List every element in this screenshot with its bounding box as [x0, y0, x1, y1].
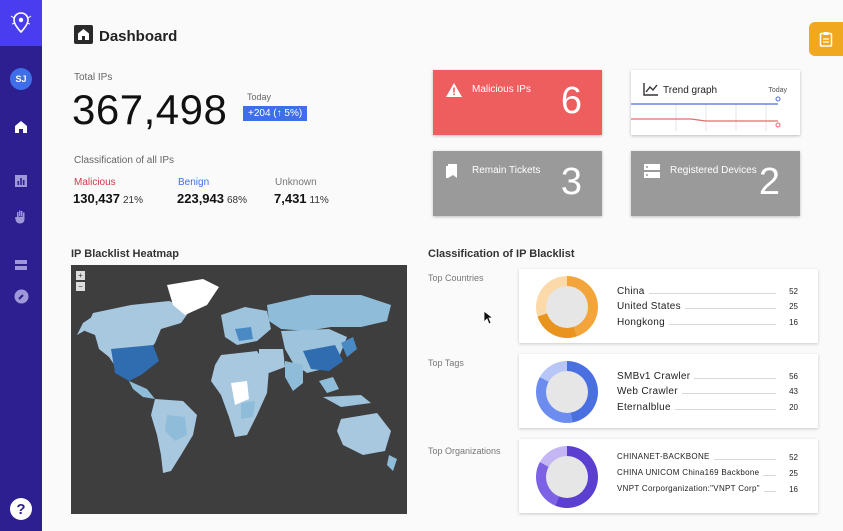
page-title: Dashboard [99, 28, 178, 45]
home-nav-icon[interactable] [13, 119, 29, 135]
top-organizations-label: Top Organizations [428, 446, 501, 456]
today-label: Today [247, 92, 272, 102]
list-item: CHINANET-BACKBONE 52 [617, 452, 798, 462]
benign-label: Benign [178, 177, 210, 188]
remain-tickets-card[interactable]: Remain Tickets 3 [433, 151, 602, 216]
unknown-label: Unknown [275, 177, 317, 188]
classification-title: Classification of all IPs [74, 155, 175, 166]
list-item: Eternalblue 20 [617, 402, 798, 413]
top-organizations-card[interactable]: CHINANET-BACKBONE 52 CHINA UNICOM China16… [519, 439, 818, 513]
total-ips-value: 367,498 [72, 86, 228, 133]
blacklist-title: Classification of IP Blacklist [428, 248, 575, 260]
mouse-cursor-icon [483, 310, 495, 330]
benign-value: 223,943 68% [177, 191, 248, 206]
warning-icon [445, 82, 463, 103]
sidebar: SJ ? [0, 0, 42, 531]
malicious-ips-label: Malicious IPs [472, 84, 531, 95]
list-item: VNPT Corporganization:"VNPT Corp" 16 [617, 484, 798, 494]
hand-nav-icon[interactable] [13, 208, 29, 224]
registered-devices-card[interactable]: Registered Devices 2 [631, 151, 800, 216]
help-icon[interactable]: ? [10, 498, 32, 520]
top-tags-label: Top Tags [428, 358, 464, 368]
trend-graph-label: Trend graph [663, 85, 718, 96]
clipboard-button[interactable] [809, 22, 843, 56]
remain-tickets-value: 3 [560, 161, 582, 203]
world-map [77, 279, 397, 473]
malicious-ips-value: 6 [560, 80, 582, 122]
list-item: Hongkong 16 [617, 317, 798, 328]
wrench-nav-icon[interactable] [13, 288, 29, 304]
organizations-donut [536, 446, 598, 508]
list-item: SMBv1 Crawler 56 [617, 371, 798, 382]
total-ips-label: Total IPs [74, 72, 113, 83]
heatmap-map[interactable]: + − [71, 265, 407, 514]
list-item: CHINA UNICOM China169 Backbone 25 [617, 468, 798, 478]
trend-graph-card[interactable]: Trend graph Today [631, 70, 800, 135]
malicious-value: 130,437 21% [73, 191, 144, 206]
remain-tickets-label: Remain Tickets [472, 165, 541, 176]
top-countries-card[interactable]: China 52 United States 25 Hongkong 16 [519, 269, 818, 343]
server-nav-icon[interactable] [13, 257, 29, 273]
ticket-icon [445, 163, 459, 184]
today-delta-badge: +204 (↑ 5%) [243, 106, 308, 121]
top-countries-label: Top Countries [428, 273, 484, 283]
unknown-value: 7,431 11% [274, 191, 329, 206]
logo-icon[interactable] [0, 0, 42, 46]
tags-donut [536, 361, 598, 423]
list-item: China 52 [617, 286, 798, 297]
heatmap-title: IP Blacklist Heatmap [71, 248, 180, 260]
zoom-in-button[interactable]: + [76, 271, 85, 280]
server-icon [643, 163, 661, 184]
list-item: United States 25 [617, 301, 798, 312]
dashboard-home-icon [74, 25, 93, 44]
trend-today-label: Today [768, 87, 787, 94]
registered-devices-label: Registered Devices [670, 165, 757, 176]
malicious-ips-card[interactable]: Malicious IPs 6 [433, 70, 602, 135]
avatar[interactable]: SJ [10, 68, 32, 90]
zoom-out-button[interactable]: − [76, 282, 85, 291]
app-root: SJ ? Dashboard Total IPs 367,498 Today +… [0, 0, 843, 531]
list-item: Web Crawler 43 [617, 386, 798, 397]
registered-devices-value: 2 [758, 161, 780, 203]
malicious-label: Malicious [74, 177, 116, 188]
chart-nav-icon[interactable] [13, 173, 29, 189]
trend-sparkline [631, 96, 781, 131]
top-tags-card[interactable]: SMBv1 Crawler 56 Web Crawler 43 Eternalblu… [519, 354, 818, 428]
countries-donut [536, 276, 598, 338]
